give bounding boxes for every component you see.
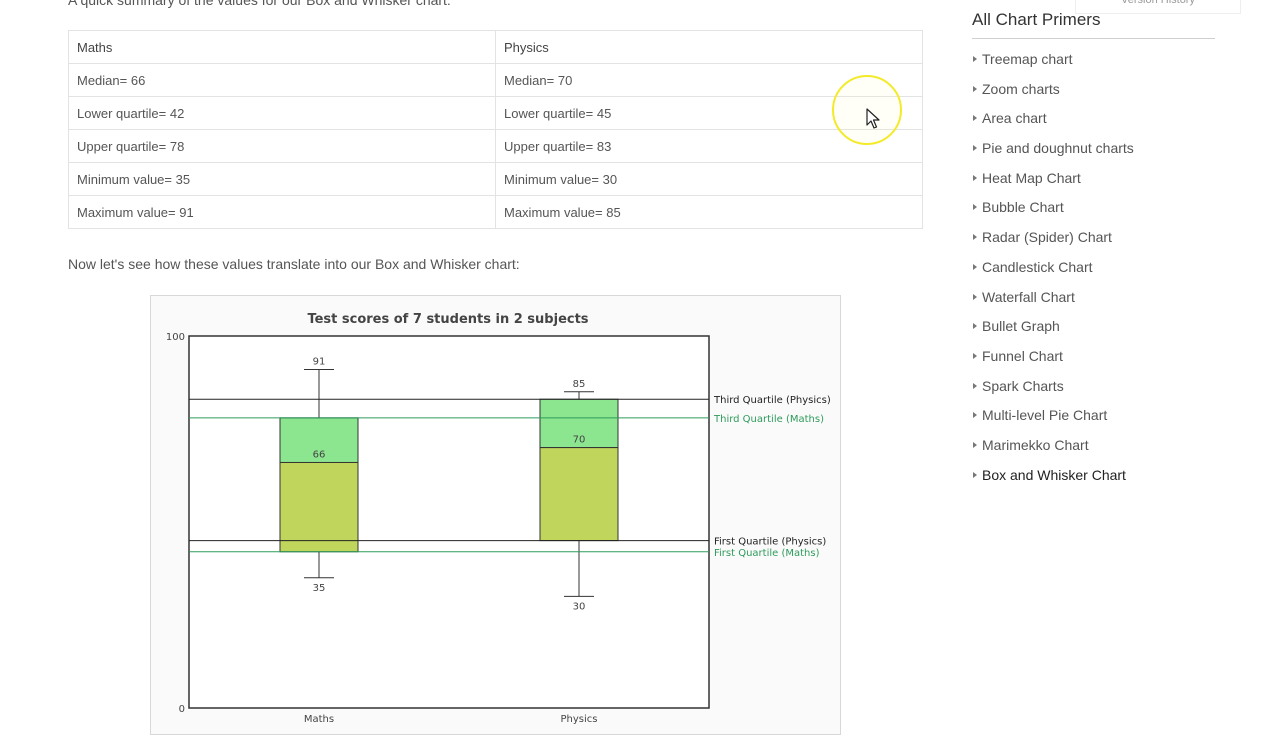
table-header-maths: Maths — [68, 30, 496, 64]
table-row: Upper quartile= 78 Upper quartile= 83 — [68, 129, 923, 163]
min-value-label: 35 — [313, 583, 326, 594]
sidebar-item-multilevel-pie[interactable]: Multi-level Pie Chart — [972, 403, 1215, 433]
table-row: Lower quartile= 42 Lower quartile= 45 — [68, 96, 923, 130]
table-row: Median= 66 Median= 70 — [68, 63, 923, 97]
max-value-label: 85 — [573, 379, 586, 390]
median-value-label: 70 — [573, 435, 586, 446]
mouse-cursor-icon — [866, 108, 880, 129]
sidebar-item-spark[interactable]: Spark Charts — [972, 374, 1215, 404]
sidebar: All Chart Primers Treemap chart Zoom cha… — [972, 0, 1215, 492]
lower-box — [539, 447, 619, 542]
table-cell: Maximum value= 85 — [495, 195, 923, 229]
table-header-physics: Physics — [495, 30, 923, 64]
sidebar-item-box-whisker[interactable]: Box and Whisker Chart — [972, 463, 1215, 493]
y-tick-label: 0 — [179, 704, 185, 715]
sidebar-item-zoom[interactable]: Zoom charts — [972, 77, 1215, 107]
intro-text: A quick summary of the values for our Bo… — [68, 0, 451, 8]
y-tick-label: 100 — [166, 332, 185, 343]
lead-text: Now let's see how these values translate… — [68, 256, 520, 272]
sidebar-item-funnel[interactable]: Funnel Chart — [972, 344, 1215, 374]
lower-box — [279, 461, 359, 553]
sidebar-item-bubble[interactable]: Bubble Chart — [972, 195, 1215, 225]
sidebar-item-radar[interactable]: Radar (Spider) Chart — [972, 225, 1215, 255]
plot-area — [188, 335, 710, 709]
table-cell: Maximum value= 91 — [68, 195, 496, 229]
sidebar-item-heat-map[interactable]: Heat Map Chart — [972, 166, 1215, 196]
table-row: Maximum value= 91 Maximum value= 85 — [68, 195, 923, 229]
box-whisker-chart: Test scores of 7 students in 2 subjects 0… — [150, 295, 841, 735]
sidebar-item-treemap[interactable]: Treemap chart — [972, 47, 1215, 77]
table-cell: Median= 66 — [68, 63, 496, 97]
min-value-label: 30 — [573, 601, 586, 612]
table-cell: Minimum value= 35 — [68, 162, 496, 196]
reference-line-label: Third Quartile (Maths) — [713, 414, 824, 425]
max-value-label: 91 — [313, 356, 326, 367]
table-cell: Lower quartile= 42 — [68, 96, 496, 130]
reference-line-label: First Quartile (Physics) — [714, 537, 826, 548]
reference-line-label: First Quartile (Maths) — [714, 548, 820, 559]
table-row: Minimum value= 35 Minimum value= 30 — [68, 162, 923, 196]
sidebar-list: Treemap chart Zoom charts Area chart Pie… — [972, 47, 1215, 492]
sidebar-item-candlestick[interactable]: Candlestick Chart — [972, 255, 1215, 285]
table-cell: Upper quartile= 78 — [68, 129, 496, 163]
median-value-label: 66 — [313, 449, 326, 460]
sidebar-title: All Chart Primers — [972, 10, 1215, 39]
sidebar-item-pie-doughnut[interactable]: Pie and doughnut charts — [972, 136, 1215, 166]
table-header-row: Maths Physics — [68, 30, 923, 64]
chart-title: Test scores of 7 students in 2 subjects — [307, 312, 588, 327]
sidebar-item-bullet[interactable]: Bullet Graph — [972, 314, 1215, 344]
sidebar-item-area[interactable]: Area chart — [972, 106, 1215, 136]
sidebar-item-marimekko[interactable]: Marimekko Chart — [972, 433, 1215, 463]
reference-line-label: Third Quartile (Physics) — [713, 395, 831, 406]
table-cell: Minimum value= 30 — [495, 162, 923, 196]
sidebar-item-waterfall[interactable]: Waterfall Chart — [972, 285, 1215, 315]
summary-table: Maths Physics Median= 66 Median= 70 Lowe… — [68, 30, 923, 229]
chart-svg: Test scores of 7 students in 2 subjects 0… — [166, 312, 831, 725]
